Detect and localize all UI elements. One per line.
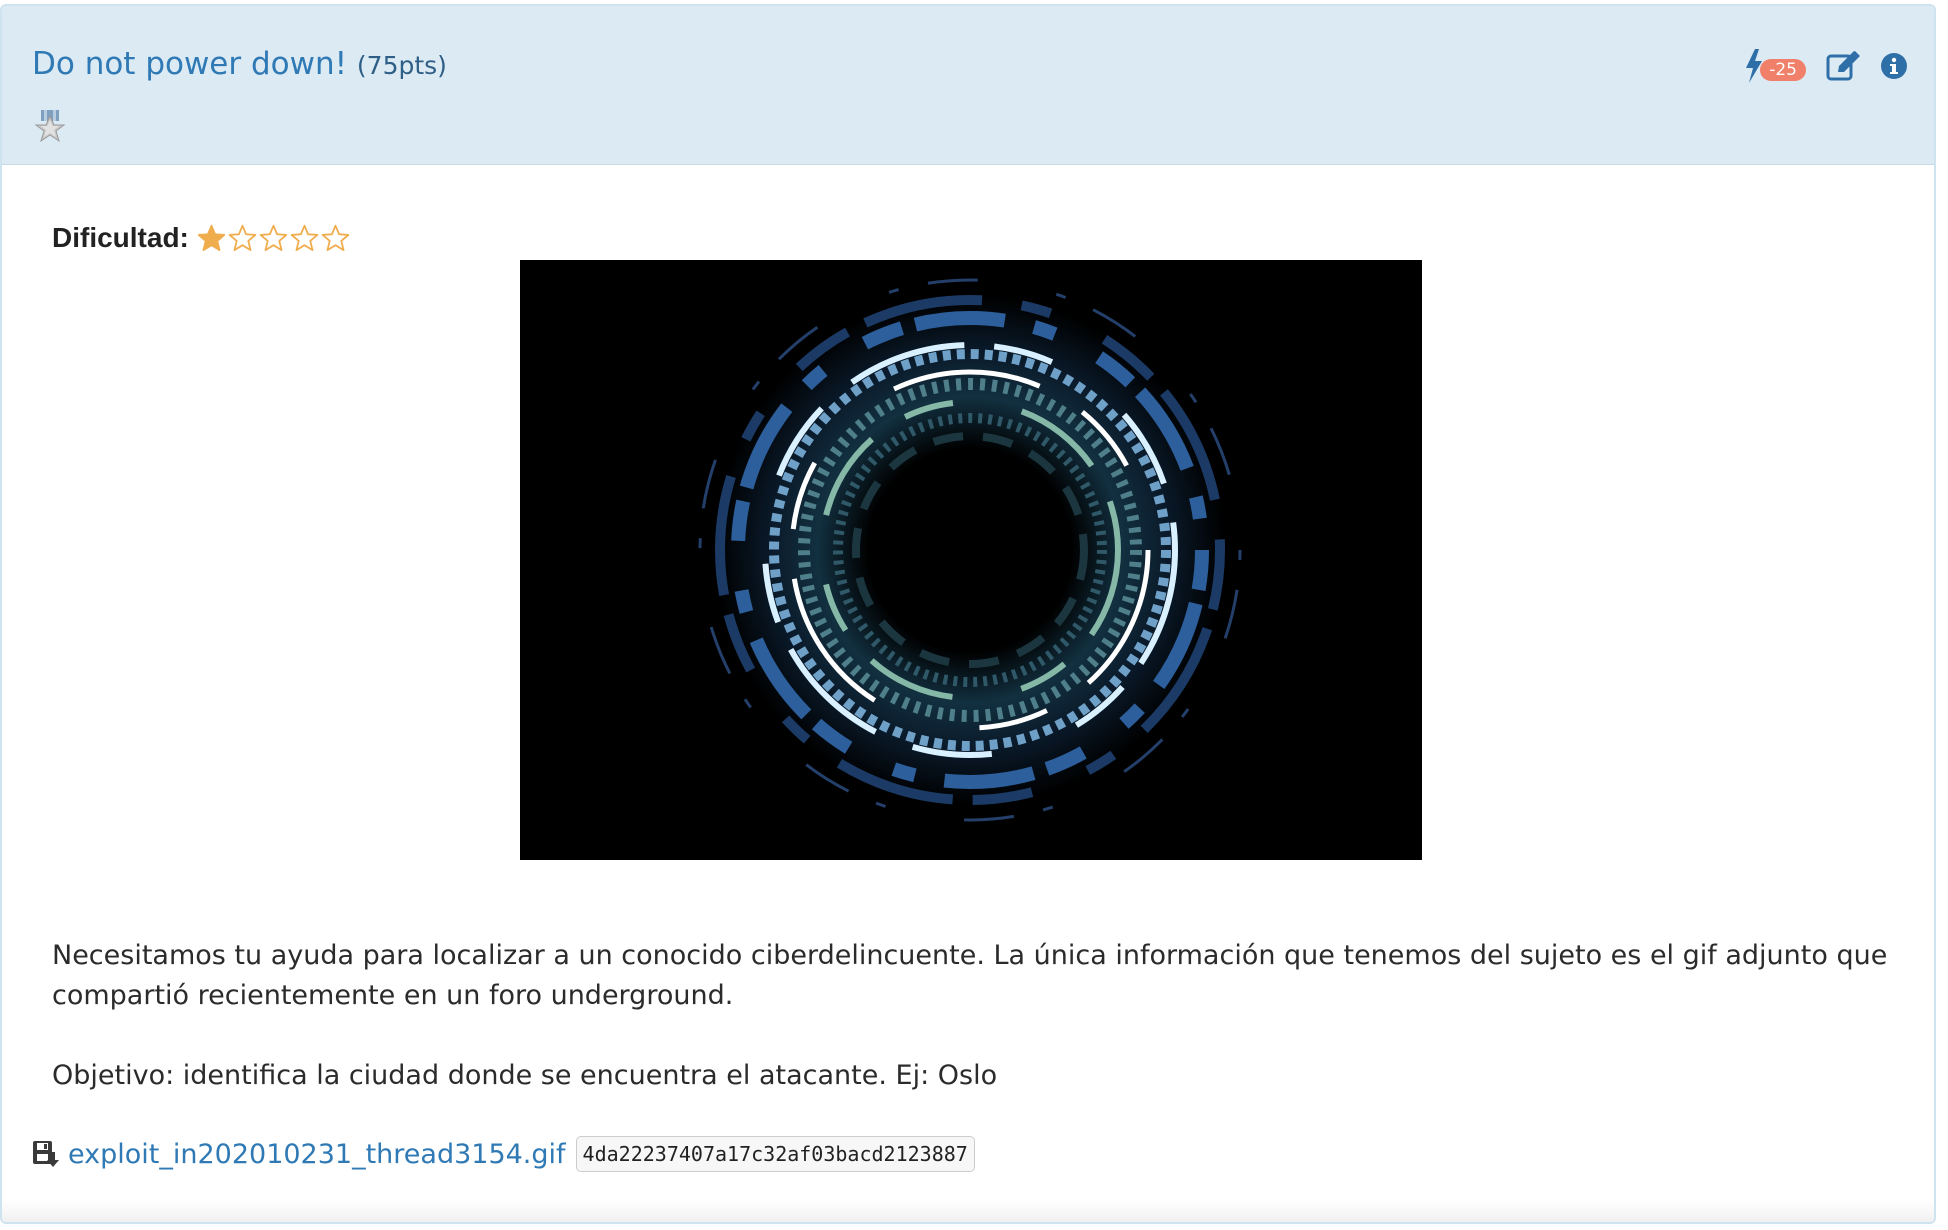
edit-icon[interactable] (1826, 51, 1860, 81)
card-header: Do not power down! (75pts) -25 (2, 6, 1934, 165)
attachment-hash: 4da22237407a17c32af03bacd2123887 (575, 1136, 975, 1172)
difficulty-label: Dificultad: (52, 222, 189, 253)
challenge-card: Do not power down! (75pts) -25 Dificulta… (0, 4, 1936, 1224)
difficulty-stars (197, 224, 350, 253)
bolt-count-badge: -25 (1760, 59, 1806, 81)
file-download-icon (33, 1141, 59, 1167)
card-footer (2, 1200, 1934, 1222)
info-icon[interactable] (1880, 52, 1908, 80)
header-actions: -25 (1744, 46, 1908, 86)
description-paragraph: Necesitamos tu ayuda para localizar a un… (52, 940, 1888, 1011)
difficulty-rating: Dificultad: (52, 222, 350, 254)
attachment-link[interactable]: exploit_in202010231_thread3154.gif (68, 1139, 566, 1170)
star-empty-icon (259, 224, 288, 251)
medal-icon (34, 110, 66, 143)
challenge-description: Necesitamos tu ayuda para localizar a un… (52, 936, 1902, 1016)
attachment-row: exploit_in202010231_thread3154.gif 4da22… (32, 1136, 975, 1172)
bolt-button[interactable]: -25 (1744, 49, 1806, 83)
challenge-title-text: Do not power down! (32, 46, 348, 82)
star-filled-icon (197, 224, 226, 251)
card-body: Dificultad: Necesitamos tu ayuda para lo… (2, 164, 1934, 1222)
challenge-points: (75pts) (356, 51, 447, 80)
star-empty-icon (290, 224, 319, 251)
star-empty-icon (228, 224, 257, 251)
challenge-title: Do not power down! (75pts) (32, 46, 447, 82)
star-empty-icon (321, 224, 350, 251)
challenge-image (520, 260, 1422, 860)
challenge-objective: Objetivo: identifica la ciudad donde se … (52, 1060, 998, 1091)
